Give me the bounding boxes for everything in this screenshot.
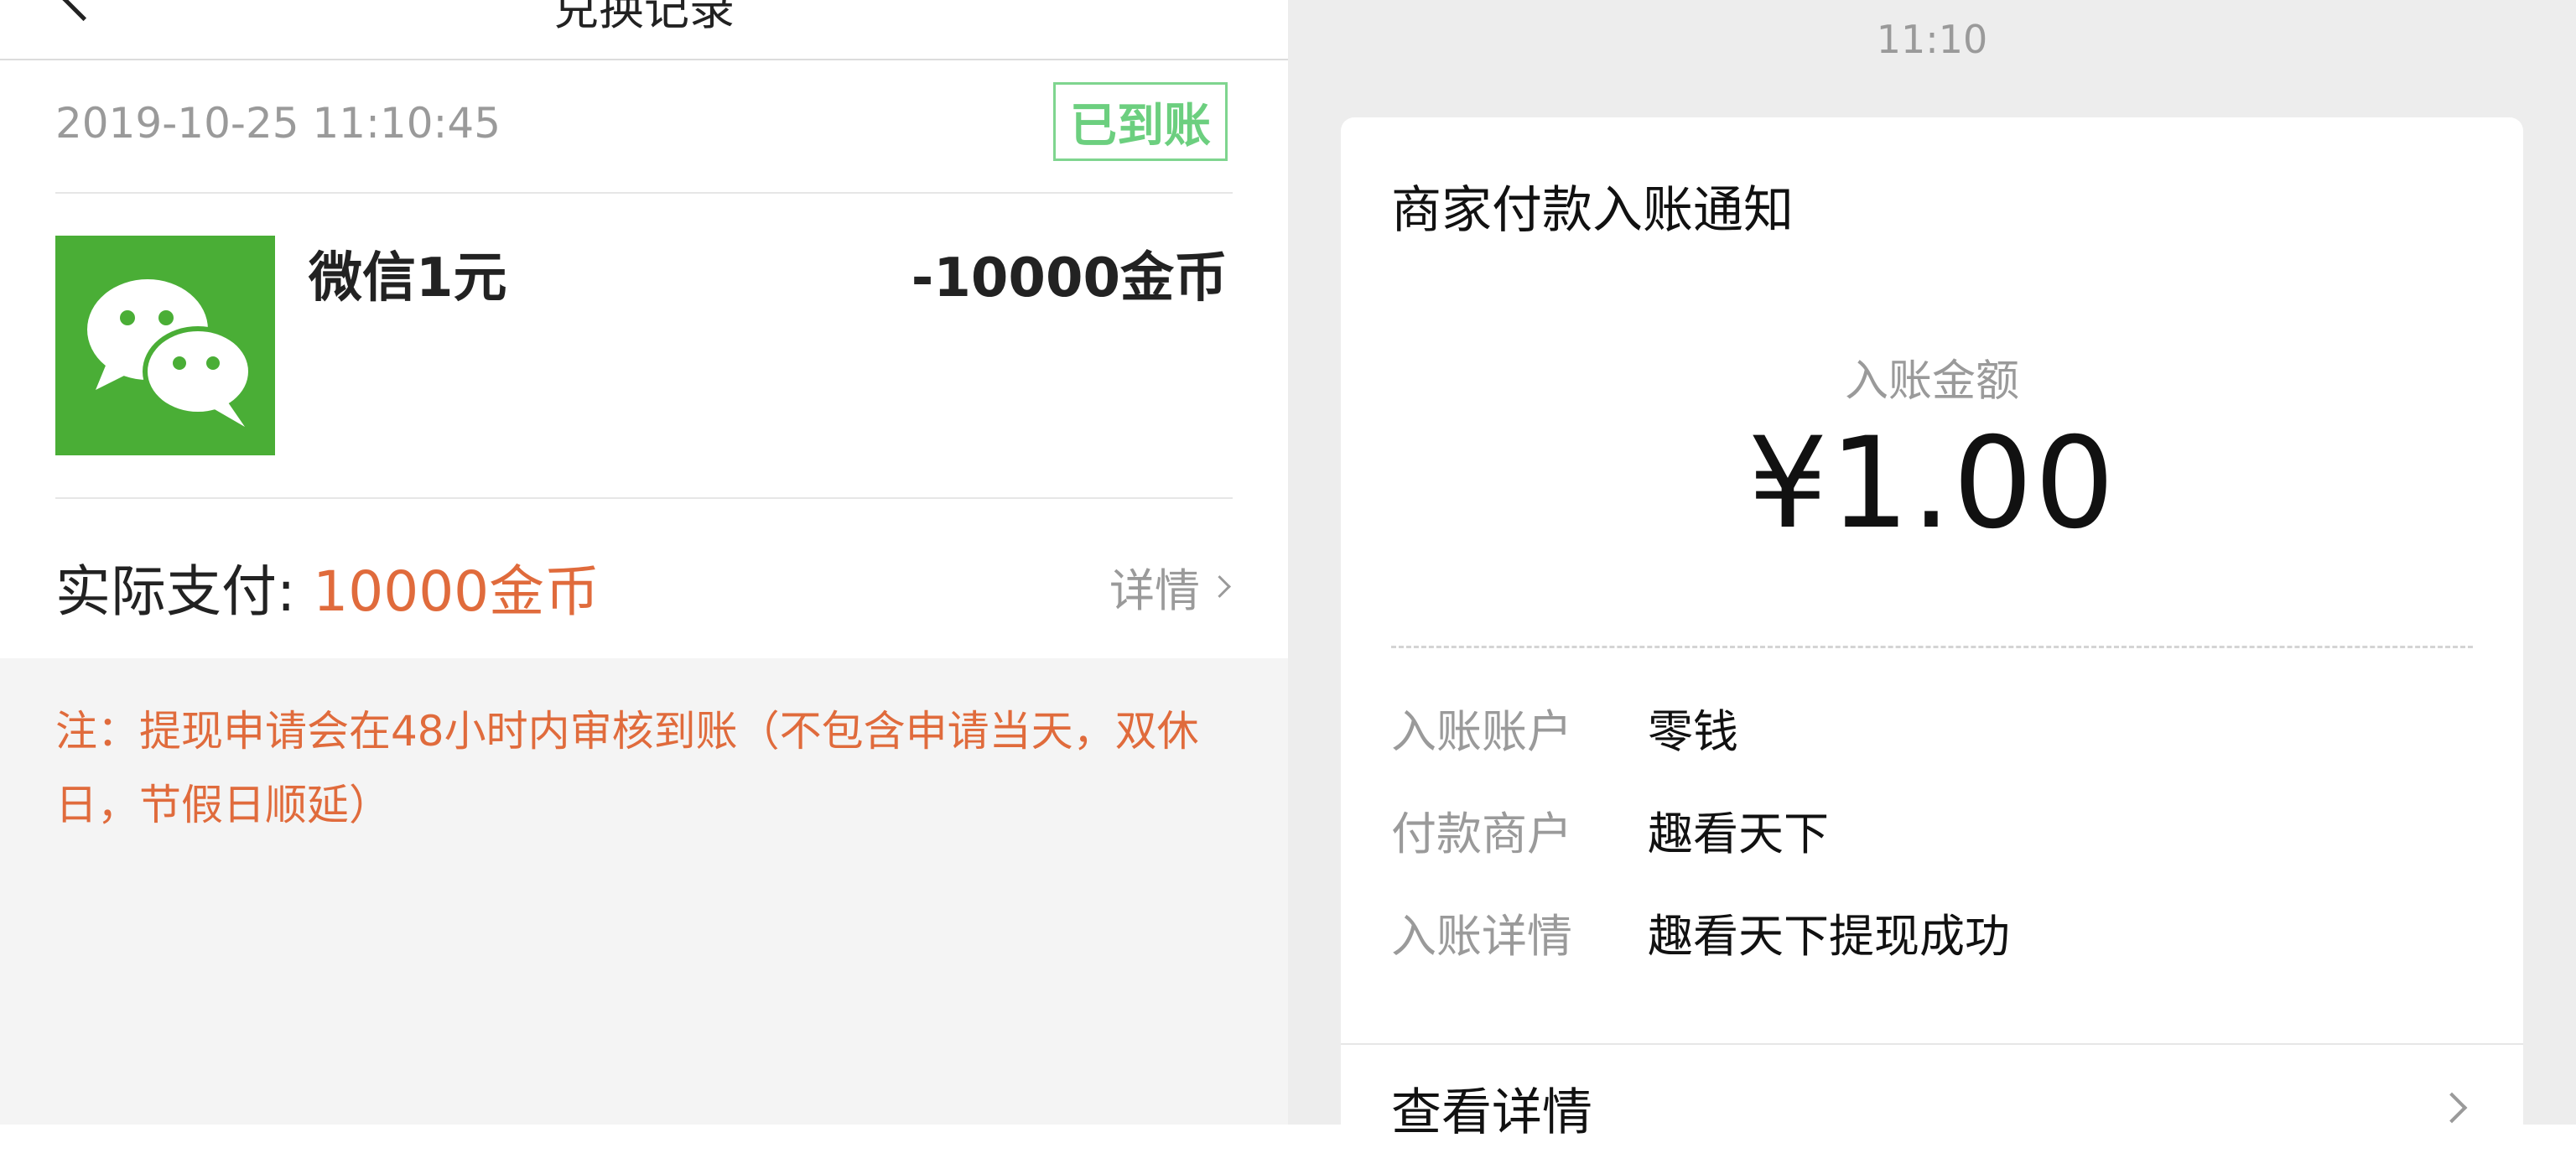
actual-payment: 实际支付: 10000金币 [55,547,600,627]
actual-payment-value: 10000金币 [313,559,600,624]
view-details-link[interactable]: 查看详情 [1391,1072,1592,1145]
divider [1341,1043,2523,1045]
message-timestamp: 11:10 [1876,17,1988,62]
dashed-divider [1391,646,2473,648]
wechat-logo-icon [55,236,275,455]
chevron-right-icon [2436,1092,2468,1124]
left-panel: 兑换记录 2019-10-25 11:10:45 已到账 微信1元 -10000… [0,0,1288,1125]
row-key: 入账账户 [1391,705,1572,758]
payment-notification-card[interactable]: 商家付款入账通知 入账金额 ¥1.00 入账账户 零钱 付款商户 趣看天下 入账… [1341,117,2523,1174]
detail-link-label: 详情 [1109,564,1200,617]
item-cost: -10000金币 [911,247,1228,309]
notification-title: 商家付款入账通知 [1391,181,1794,240]
row-key: 入账详情 [1391,910,1572,963]
exchange-record-card: 兑换记录 2019-10-25 11:10:45 已到账 微信1元 -10000… [0,0,1288,658]
detail-link[interactable]: 详情 [1109,553,1231,620]
right-panel: 11:10 商家付款入账通知 入账金额 ¥1.00 入账账户 零钱 付款商户 趣… [1288,0,2576,1174]
divider [55,497,1233,499]
row-value: 零钱 [1648,705,1738,758]
row-value: 趣看天下提现成功 [1648,910,2010,963]
chevron-right-icon [1208,575,1231,598]
divider [55,192,1233,194]
page-title: 兑换记录 [553,0,735,35]
amount-label: 入账金额 [1844,356,2019,407]
amount-value: ¥1.00 [1748,411,2116,557]
withdrawal-note: 注：提现申请会在48小时内审核到账（不包含申请当天，双休日，节假日顺延） [55,707,1199,829]
status-badge: 已到账 [1053,82,1228,161]
row-key: 付款商户 [1391,808,1572,860]
item-name: 微信1元 [309,247,507,309]
record-datetime: 2019-10-25 11:10:45 [55,99,501,148]
row-value: 趣看天下 [1648,808,1829,860]
nav-bar: 兑换记录 [0,0,1288,60]
actual-payment-label: 实际支付: [55,559,314,624]
